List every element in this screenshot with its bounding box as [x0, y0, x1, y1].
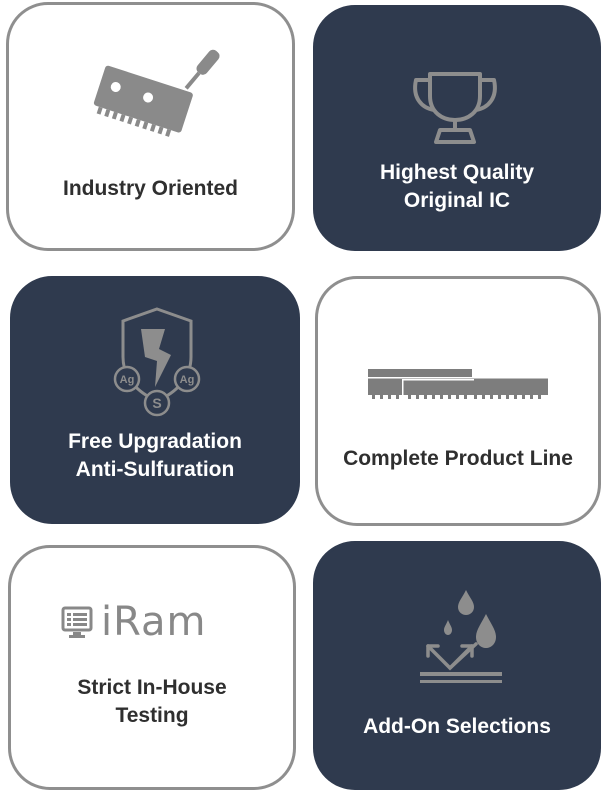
shield-letter-bottom: S — [152, 395, 161, 411]
feature-label: Add-On Selections — [363, 715, 551, 738]
shield-letter-left: Ag — [120, 374, 135, 386]
feature-card-complete-product-line: Complete Product Line — [315, 276, 601, 526]
feature-card-highest-quality: Highest Quality Original IC — [313, 5, 601, 251]
circuit-board-screwdriver-icon — [93, 49, 220, 137]
shield-circle-right: Ag — [173, 365, 201, 393]
water-drops-protection-icon — [420, 590, 502, 683]
memory-modules-icon — [368, 369, 548, 399]
iram-logo: iRam — [61, 602, 207, 642]
feature-label: Free Upgradation Anti-Sulfuration — [68, 430, 242, 481]
shield-letter-right: Ag — [180, 374, 195, 386]
shield-ag-s-icon: Ag Ag S — [113, 307, 201, 417]
feature-card-anti-sulfuration: Ag Ag S Free Upgradation Anti-Sulfuratio… — [10, 276, 300, 524]
checklist-monitor-icon — [61, 606, 93, 638]
feature-label: Strict In-House Testing — [77, 676, 227, 727]
shield-circle-left: Ag — [113, 365, 141, 393]
shield-circle-bottom: S — [143, 389, 171, 417]
feature-label: Complete Product Line — [343, 447, 573, 470]
trophy-icon — [413, 72, 497, 144]
feature-card-in-house-testing: iRam Strict In-House Testing — [8, 545, 296, 790]
feature-card-add-on-selections: Add-On Selections — [313, 541, 601, 790]
feature-label: Industry Oriented — [62, 177, 239, 200]
feature-card-industry-oriented: Industry Oriented — [6, 2, 295, 251]
feature-label: Highest Quality Original IC — [379, 161, 535, 212]
iram-logo-text: iRam — [101, 599, 207, 645]
